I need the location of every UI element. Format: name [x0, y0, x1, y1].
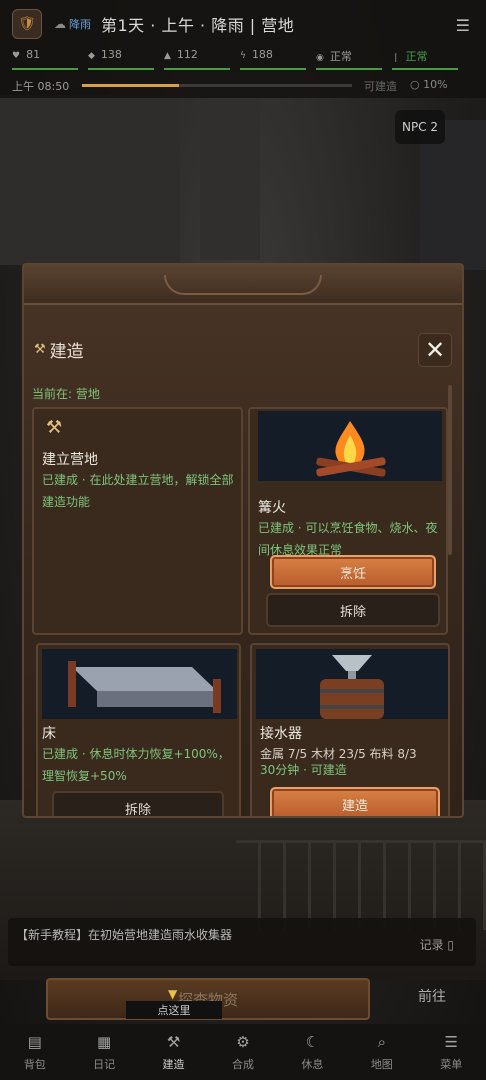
card-desc: 已建成 · 在此处建立营地，解锁全部建造功能	[42, 473, 234, 509]
build-status: 可建造	[364, 80, 397, 93]
nav-map[interactable]: ⌕ 地图	[347, 1024, 416, 1080]
craft-icon: ⚙	[236, 1032, 250, 1051]
card-name: 建立营地	[42, 452, 98, 468]
mind-icon: ◉	[316, 53, 324, 63]
backpack-icon: ▤	[27, 1032, 42, 1051]
cook-button[interactable]: 烹饪	[270, 555, 436, 589]
build-card-bed[interactable]: 床 已建成 · 休息时体力恢复+100%，理智恢复+50% 拆除	[36, 643, 241, 816]
menu-icon: ☰	[444, 1032, 458, 1051]
modal-title: ⚒ 建造	[34, 342, 84, 362]
stat-status: ❘ 正常	[392, 48, 458, 72]
heart-icon: ♥	[12, 51, 21, 61]
close-button[interactable]: ✕	[418, 333, 452, 367]
food-icon: ◆	[88, 51, 95, 61]
ruined-building	[0, 95, 180, 265]
build-button[interactable]: 建造	[270, 787, 440, 816]
nav-build[interactable]: ⚒ 建造	[139, 1024, 208, 1080]
card-name: 篝火	[258, 500, 286, 516]
weather-indicator: ☁ 降雨	[54, 16, 91, 32]
nav-rest[interactable]: ☾ 休息	[278, 1024, 347, 1080]
map-icon: ⌕	[377, 1032, 387, 1051]
bottom-nav: ▤ 背包 ▦ 日记 ⚒ 建造 ⚙ 合成 ☾ 休息 ⌕ 地图 ☰ 菜单	[0, 1024, 486, 1080]
clock: 上午 08:50	[12, 80, 70, 93]
go-button[interactable]: 前往	[418, 986, 446, 1006]
quest-panel: 【新手教程】在初始营地建造雨水收集器 记录 ▯	[8, 918, 476, 966]
page-title: 第1天 · 上午 · 降雨 | 营地	[101, 16, 295, 35]
fence	[236, 840, 486, 930]
nav-backpack[interactable]: ▤ 背包	[0, 1024, 69, 1080]
cloud-rain-icon: ☁	[54, 17, 66, 31]
card-desc: 已建成 · 休息时体力恢复+100%，理智恢复+50%	[42, 747, 230, 783]
timer-icon: ○	[410, 78, 424, 91]
campfire-image	[258, 411, 442, 481]
top-bar: 🛡 ☁ 降雨 第1天 · 上午 · 降雨 | 营地 ☰	[0, 0, 486, 48]
demolish-button[interactable]: 拆除	[266, 593, 440, 627]
nav-journal[interactable]: ▦ 日记	[69, 1024, 138, 1080]
tutorial-hint: 点这里	[126, 987, 222, 1019]
stat-food: ◆ 138	[88, 48, 154, 72]
nav-craft[interactable]: ⚙ 合成	[208, 1024, 277, 1080]
demolish-button[interactable]: 拆除	[52, 791, 224, 816]
rain-percent: ○ 10%	[410, 78, 448, 91]
rest-icon: ☾	[305, 1032, 320, 1051]
hammer-icon: ⚒	[34, 342, 46, 357]
quest-text: 【新手教程】在初始营地建造雨水收集器	[16, 928, 233, 942]
water-icon: ▲	[164, 51, 171, 61]
journal-icon: ▦	[97, 1032, 112, 1051]
current-location: 当前在: 营地	[32, 387, 100, 401]
build-modal: ⚒ 建造 ✕ 当前在: 营地 ⚒ 建立营地 已建成 · 在此处建立营地，解锁全部…	[22, 263, 464, 818]
build-icon: ⚒	[166, 1032, 181, 1051]
stat-health: ♥ 81	[12, 48, 78, 72]
stat-mind: ◉ 正常	[316, 48, 382, 72]
card-name: 床	[42, 726, 56, 742]
day-progress-bar	[82, 84, 352, 87]
build-card-camp[interactable]: ⚒ 建立营地 已建成 · 在此处建立营地，解锁全部建造功能	[32, 407, 243, 635]
stats-bar: ♥ 81 ◆ 138 ▲ 112 ϟ 188 ◉ 正常 ❘ 正常	[0, 48, 486, 72]
shield-icon[interactable]: 🛡	[12, 9, 42, 39]
build-card-campfire[interactable]: 篝火 已建成 · 可以烹饪食物、烧水、夜间休息效果正常 烹饪 拆除	[248, 407, 448, 635]
nav-menu[interactable]: ☰ 菜单	[417, 1024, 486, 1080]
hamburger-menu-icon[interactable]: ☰	[456, 16, 470, 35]
hammer-icon: ⚒	[46, 417, 63, 438]
bed-image	[42, 649, 237, 719]
scrollbar[interactable]	[448, 385, 452, 555]
card-desc: 30分钟 · 可建造	[260, 763, 347, 777]
water-collector-image	[256, 649, 448, 719]
log-button[interactable]: 记录 ▯	[420, 936, 454, 953]
stat-energy: ϟ 188	[240, 48, 306, 72]
ruined-building	[200, 100, 260, 260]
energy-icon: ϟ	[240, 51, 246, 61]
weather-label: 降雨	[69, 18, 91, 31]
modal-frame	[24, 265, 462, 305]
npc-button[interactable]: NPC 2	[395, 110, 445, 144]
time-bar: 上午 08:50 可建造 ○ 10%	[0, 72, 486, 98]
stat-water: ▲ 112	[164, 48, 230, 72]
build-card-water-collector[interactable]: 接水器 金属 7/5 木材 23/5 布料 8/3 30分钟 · 可建造 建造	[250, 643, 450, 816]
status-icon: ❘	[392, 53, 400, 63]
card-name: 接水器	[260, 726, 302, 742]
